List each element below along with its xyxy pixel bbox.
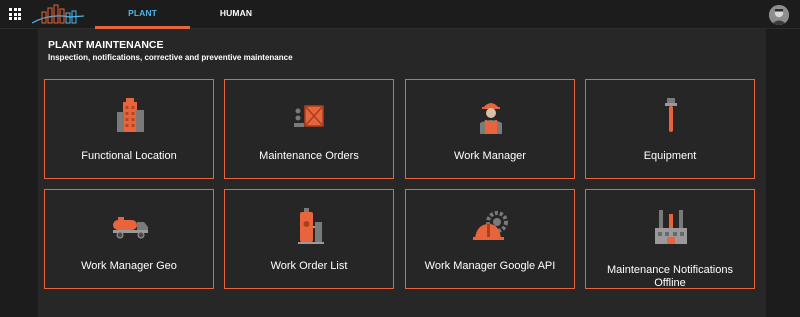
crate-icon (294, 105, 324, 127)
user-avatar[interactable] (769, 5, 789, 25)
tile-work-manager-google-api[interactable]: Work Manager Google API (405, 189, 575, 289)
tile-label: Maintenance Notifications Offline (607, 264, 733, 289)
page-title: PLANT MAINTENANCE (48, 39, 164, 51)
tile-label: Work Order List (270, 260, 348, 272)
tab-plant-maintenance[interactable]: PLANT MAINTENANCE (95, 0, 190, 45)
tile-work-manager[interactable]: Work Manager (405, 79, 575, 179)
tanker-truck-icon (113, 217, 148, 239)
tab-human-resources[interactable]: HUMAN RESOURCES (192, 0, 280, 45)
tile-label: Work Manager (454, 150, 526, 162)
wrench-icon (665, 98, 677, 132)
app-grid-icon[interactable] (9, 8, 21, 20)
tank-icon (298, 208, 324, 244)
page-subtitle: Inspection, notifications, corrective an… (48, 53, 293, 62)
tile-functional-location[interactable]: Functional Location (44, 79, 214, 179)
shell-bar: PLANT MAINTENANCE HUMAN RESOURCES (0, 0, 800, 45)
tile-work-order-list[interactable]: Work Order List (224, 189, 394, 289)
tile-label: Work Manager Geo (81, 260, 177, 272)
tile-maintenance-notifications-offline[interactable]: Maintenance Notifications Offline (585, 189, 755, 289)
tile-maintenance-orders[interactable]: Maintenance Orders (224, 79, 394, 179)
tile-work-manager-geo[interactable]: Work Manager Geo (44, 189, 214, 289)
factory-icon (655, 210, 687, 244)
building-icon (117, 98, 144, 132)
tile-equipment[interactable]: Equipment (585, 79, 755, 179)
hardhat-gear-icon (473, 211, 508, 240)
company-logo[interactable] (30, 3, 86, 25)
tile-label: Work Manager Google API (424, 260, 556, 272)
tile-label: Maintenance Orders (259, 150, 359, 162)
tile-label: Equipment (643, 150, 697, 162)
tile-label: Functional Location (81, 150, 177, 162)
worker-icon (480, 103, 502, 134)
